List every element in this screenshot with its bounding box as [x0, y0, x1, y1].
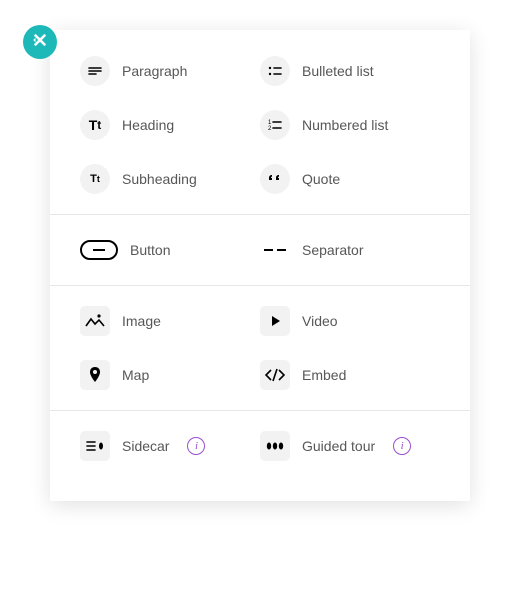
map-icon	[80, 360, 110, 390]
paragraph-icon	[80, 56, 110, 86]
item-label: Separator	[302, 242, 363, 258]
item-video[interactable]: Video	[260, 294, 440, 348]
item-label: Subheading	[122, 171, 197, 187]
item-map[interactable]: Map	[80, 348, 260, 402]
quote-icon	[260, 164, 290, 194]
item-label: Map	[122, 367, 149, 383]
item-label: Guided tour	[302, 438, 375, 454]
bulleted-list-icon	[260, 56, 290, 86]
item-label: Button	[130, 242, 170, 258]
sidecar-icon	[80, 431, 110, 461]
item-guided-tour[interactable]: Guided tour i	[260, 419, 440, 473]
item-label: Image	[122, 313, 161, 329]
item-label: Video	[302, 313, 338, 329]
item-label: Numbered list	[302, 117, 388, 133]
heading-icon: Tt	[80, 110, 110, 140]
group-media: Image Video Map Embed	[50, 285, 470, 410]
image-icon	[80, 306, 110, 336]
item-image[interactable]: Image	[80, 294, 260, 348]
item-button[interactable]: Button	[80, 223, 260, 277]
guided-tour-icon	[260, 431, 290, 461]
item-quote[interactable]: Quote	[260, 152, 440, 206]
group-text: Paragraph Bulleted list Tt Heading 12 Nu…	[50, 36, 470, 214]
item-label: Heading	[122, 117, 174, 133]
embed-icon	[260, 360, 290, 390]
item-label: Paragraph	[122, 63, 187, 79]
item-sidecar[interactable]: Sidecar i	[80, 419, 260, 473]
video-icon	[260, 306, 290, 336]
close-button[interactable]	[23, 25, 57, 59]
info-icon[interactable]: i	[393, 437, 411, 455]
item-label: Sidecar	[122, 438, 169, 454]
item-separator[interactable]: Separator	[260, 223, 440, 277]
item-numbered-list[interactable]: 12 Numbered list	[260, 98, 440, 152]
button-icon	[80, 240, 118, 260]
block-picker-panel: Paragraph Bulleted list Tt Heading 12 Nu…	[50, 30, 470, 501]
info-icon[interactable]: i	[187, 437, 205, 455]
item-heading[interactable]: Tt Heading	[80, 98, 260, 152]
item-bulleted-list[interactable]: Bulleted list	[260, 44, 440, 98]
separator-icon	[260, 235, 290, 265]
item-subheading[interactable]: Tt Subheading	[80, 152, 260, 206]
item-paragraph[interactable]: Paragraph	[80, 44, 260, 98]
item-label: Embed	[302, 367, 346, 383]
group-layout: Button Separator	[50, 214, 470, 285]
subheading-icon: Tt	[80, 164, 110, 194]
group-special: Sidecar i Guided tour i	[50, 410, 470, 481]
numbered-list-icon: 12	[260, 110, 290, 140]
item-embed[interactable]: Embed	[260, 348, 440, 402]
svg-text:2: 2	[268, 126, 272, 132]
close-icon	[31, 31, 49, 54]
item-label: Bulleted list	[302, 63, 374, 79]
item-label: Quote	[302, 171, 340, 187]
